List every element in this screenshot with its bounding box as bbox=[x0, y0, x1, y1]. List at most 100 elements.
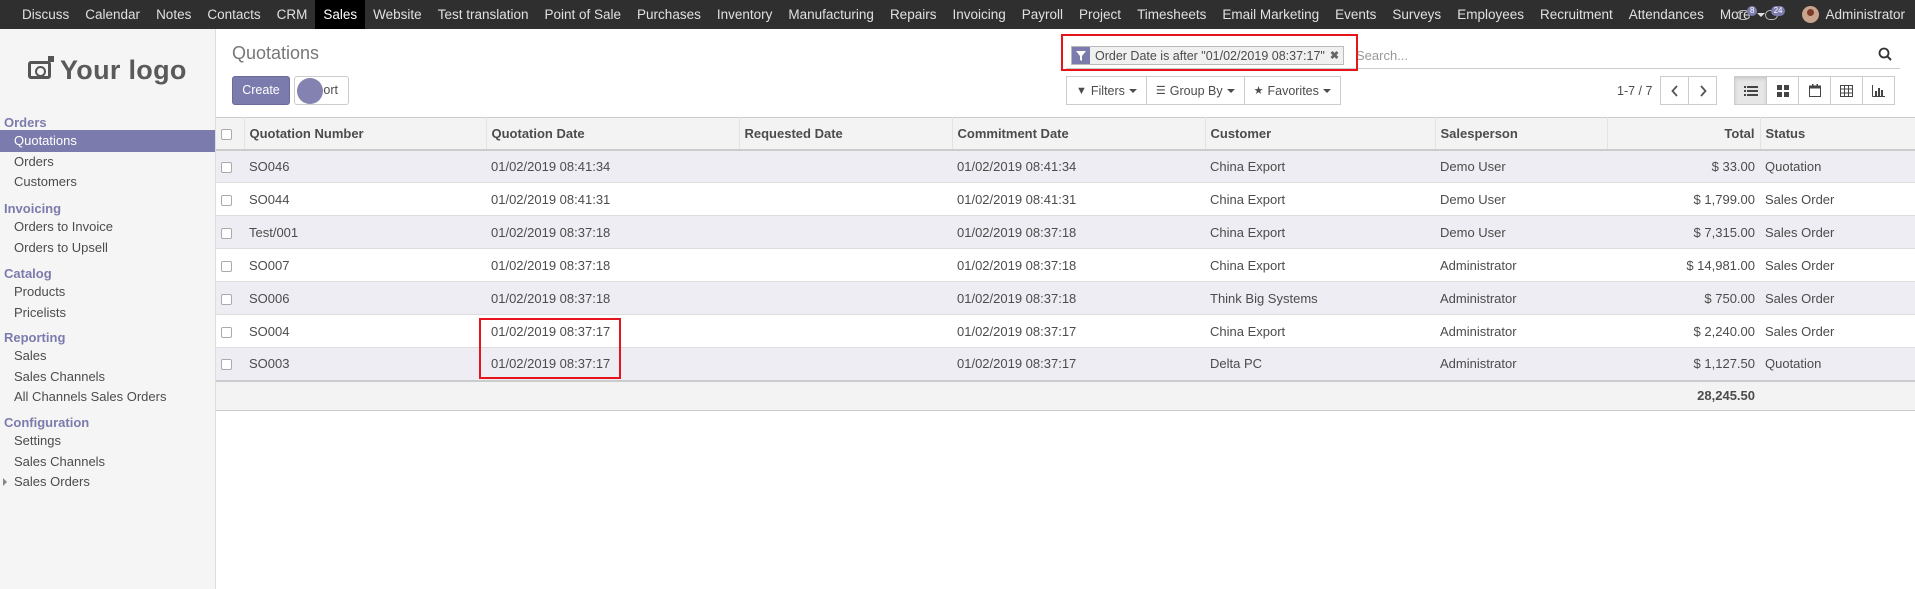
menu-item-purchases[interactable]: Purchases bbox=[629, 0, 709, 29]
sidebar-item-orders-to-upsell[interactable]: Orders to Upsell bbox=[0, 237, 215, 259]
filters-label: Filters bbox=[1090, 83, 1125, 98]
row-select-cell bbox=[216, 182, 244, 216]
menu-item-employees[interactable]: Employees bbox=[1449, 0, 1532, 29]
filter-icon bbox=[1072, 47, 1090, 64]
user-menu[interactable]: Administrator bbox=[1825, 7, 1905, 22]
column-quotation-date[interactable]: Quotation Date bbox=[486, 117, 740, 151]
pivot-view-button[interactable] bbox=[1830, 76, 1863, 105]
facet-remove-icon[interactable]: ✖ bbox=[1330, 49, 1343, 62]
menu-item-website[interactable]: Website bbox=[365, 0, 430, 29]
menu-item-events[interactable]: Events bbox=[1327, 0, 1384, 29]
row-select-cell bbox=[216, 347, 244, 381]
row-checkbox[interactable] bbox=[221, 194, 232, 206]
pager-next-button[interactable] bbox=[1688, 76, 1717, 105]
table-row[interactable]: SO003 01/02/2019 08:37:17 01/02/2019 08:37… bbox=[216, 347, 1915, 381]
column-status[interactable]: Status bbox=[1760, 117, 1915, 151]
activity-icon[interactable]: 8 bbox=[1732, 0, 1758, 29]
menu-item-sales[interactable]: Sales bbox=[315, 0, 366, 29]
cell-quotation-date: 01/02/2019 08:41:31 bbox=[486, 182, 739, 216]
kanban-icon bbox=[1776, 84, 1789, 97]
sidebar-item-quotations[interactable]: Quotations bbox=[0, 130, 215, 152]
menu-item-project[interactable]: Project bbox=[1071, 0, 1129, 29]
filters-button[interactable]: ▼ Filters bbox=[1066, 76, 1147, 105]
pager-value[interactable]: 1-7 / 7 bbox=[1617, 84, 1652, 98]
column-requested-date[interactable]: Requested Date bbox=[739, 117, 953, 151]
row-select-cell bbox=[216, 248, 244, 282]
menu-item-timesheets[interactable]: Timesheets bbox=[1129, 0, 1214, 29]
row-select-cell bbox=[216, 149, 244, 183]
row-checkbox[interactable] bbox=[221, 227, 232, 239]
favorites-button[interactable]: ★ Favorites bbox=[1243, 76, 1341, 105]
sidebar-item-customers[interactable]: Customers bbox=[0, 171, 215, 193]
favorites-label: Favorites bbox=[1267, 83, 1319, 98]
calendar-view-button[interactable] bbox=[1798, 76, 1831, 105]
menu-item-repairs[interactable]: Repairs bbox=[882, 0, 945, 29]
menu-item-invoicing[interactable]: Invoicing bbox=[944, 0, 1013, 29]
group-by-button[interactable]: ☰ Group By bbox=[1145, 76, 1245, 105]
table-row[interactable]: SO044 01/02/2019 08:41:31 01/02/2019 08:41… bbox=[216, 182, 1915, 216]
sidebar-item-label: Sales Channels bbox=[14, 368, 106, 384]
search-input[interactable] bbox=[1356, 45, 1856, 65]
column-customer[interactable]: Customer bbox=[1205, 117, 1436, 151]
menu-item-attendances[interactable]: Attendances bbox=[1621, 0, 1712, 29]
table-row[interactable]: SO004 01/02/2019 08:37:17 01/02/2019 08:37… bbox=[216, 314, 1915, 348]
column-salesperson[interactable]: Salesperson bbox=[1435, 117, 1608, 151]
search-icon[interactable] bbox=[1878, 47, 1892, 61]
pager-previous-button[interactable] bbox=[1660, 76, 1689, 105]
menu-item-calendar[interactable]: Calendar bbox=[77, 0, 148, 29]
column-quotation-number[interactable]: Quotation Number bbox=[244, 117, 487, 151]
row-select-cell bbox=[216, 215, 244, 249]
menu-item-test-translation[interactable]: Test translation bbox=[430, 0, 537, 29]
row-checkbox[interactable] bbox=[221, 326, 232, 338]
menu-item-point-of-sale[interactable]: Point of Sale bbox=[536, 0, 629, 29]
caret-right-icon[interactable] bbox=[3, 478, 7, 486]
table-footer-row: 28,245.50 bbox=[216, 379, 1915, 411]
table-row[interactable]: SO006 01/02/2019 08:37:18 01/02/2019 08:37… bbox=[216, 281, 1915, 315]
menu-item-notes[interactable]: Notes bbox=[148, 0, 199, 29]
cell-total: $ 33.00 bbox=[1607, 149, 1760, 183]
row-checkbox[interactable] bbox=[221, 359, 232, 371]
sidebar-item-pricelists[interactable]: Pricelists bbox=[0, 302, 215, 324]
sidebar-item-orders-to-invoice[interactable]: Orders to Invoice bbox=[0, 216, 215, 238]
menu-item-manufacturing[interactable]: Manufacturing bbox=[780, 0, 882, 29]
select-all-checkbox[interactable] bbox=[221, 128, 232, 140]
cell-salesperson: Administrator bbox=[1435, 314, 1607, 348]
sidebar-item-orders[interactable]: Orders bbox=[0, 151, 215, 173]
table-row[interactable]: SO007 01/02/2019 08:37:18 01/02/2019 08:37… bbox=[216, 248, 1915, 282]
sidebar-item-sales-orders[interactable]: Sales Orders bbox=[0, 471, 215, 493]
star-icon: ★ bbox=[1253, 85, 1264, 97]
menu-item-inventory[interactable]: Inventory bbox=[709, 0, 781, 29]
menu-item-recruitment[interactable]: Recruitment bbox=[1532, 0, 1621, 29]
user-avatar[interactable] bbox=[1802, 6, 1820, 23]
menu-item-crm[interactable]: CRM bbox=[269, 0, 316, 29]
menu-item-surveys[interactable]: Surveys bbox=[1384, 0, 1449, 29]
menu-item-email-marketing[interactable]: Email Marketing bbox=[1214, 0, 1327, 29]
sidebar-item-sales[interactable]: Sales bbox=[0, 345, 215, 367]
chevron-right-icon bbox=[1699, 84, 1707, 97]
sidebar-item-products[interactable]: Products bbox=[0, 281, 215, 303]
row-select-cell bbox=[216, 281, 244, 315]
sidebar-item-sales-channels[interactable]: Sales Channels bbox=[0, 366, 215, 388]
messages-icon[interactable]: 24 bbox=[1760, 0, 1786, 29]
sidebar-section-configuration: Configuration bbox=[4, 415, 90, 430]
table-row[interactable]: SO046 01/02/2019 08:41:34 01/02/2019 08:41… bbox=[216, 149, 1915, 183]
kanban-view-button[interactable] bbox=[1766, 76, 1799, 105]
sidebar-section-catalog: Catalog bbox=[4, 266, 52, 281]
sidebar-item-all-channels-sales-orders[interactable]: All Channels Sales Orders bbox=[0, 386, 215, 408]
row-checkbox[interactable] bbox=[221, 293, 232, 305]
column-commitment-date[interactable]: Commitment Date bbox=[952, 117, 1206, 151]
create-button[interactable]: Create bbox=[232, 76, 290, 105]
row-checkbox[interactable] bbox=[221, 161, 232, 173]
list-view-button[interactable] bbox=[1734, 76, 1767, 105]
sidebar-item-settings[interactable]: Settings bbox=[0, 430, 215, 452]
menu-item-contacts[interactable]: Contacts bbox=[199, 0, 268, 29]
menu-item-discuss[interactable]: Discuss bbox=[14, 0, 77, 29]
row-checkbox[interactable] bbox=[221, 260, 232, 272]
column-total[interactable]: Total bbox=[1607, 117, 1761, 151]
graph-view-button[interactable] bbox=[1862, 76, 1895, 105]
company-logo[interactable]: Your logo bbox=[28, 50, 187, 90]
table-row[interactable]: Test/001 01/02/2019 08:37:18 01/02/2019 08… bbox=[216, 215, 1915, 249]
menu-item-payroll[interactable]: Payroll bbox=[1014, 0, 1071, 29]
breadcrumb: Quotations bbox=[232, 43, 320, 63]
sidebar-item-sales-channels[interactable]: Sales Channels bbox=[0, 451, 215, 473]
